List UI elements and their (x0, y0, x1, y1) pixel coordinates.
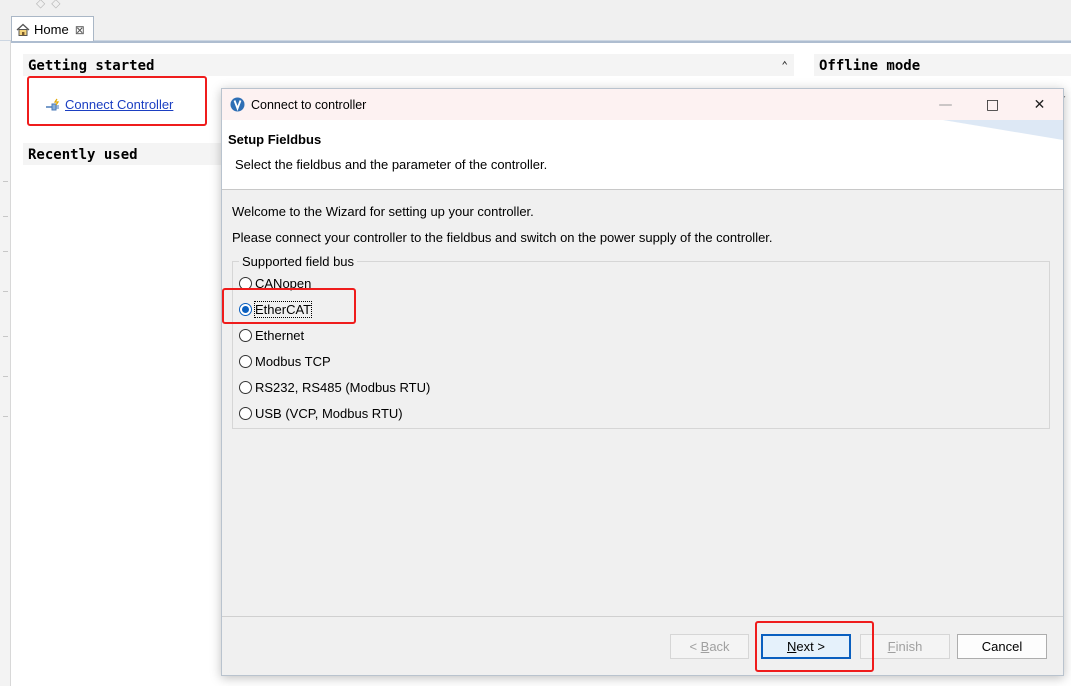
editor-tab-bar (0, 14, 1071, 41)
collapse-icon[interactable]: ⌃ (781, 54, 788, 78)
next-button[interactable]: Next > (761, 634, 851, 659)
connect-controller-dialog: Connect to controller — □ ✕ Setup Fieldb… (221, 88, 1064, 676)
minimize-icon[interactable]: — (922, 89, 969, 120)
tab-close-icon[interactable]: ⊠ (75, 23, 85, 37)
fieldbus-group: Supported field bus CANopen EtherCAT Eth… (232, 254, 1050, 429)
connect-controller-label: Connect Controller (65, 97, 174, 112)
toolbar-strip: ◇◇ (0, 0, 1071, 14)
maximize-icon[interactable]: □ (969, 89, 1016, 120)
dialog-titlebar[interactable]: Connect to controller — □ ✕ (222, 89, 1063, 120)
radio-canopen[interactable]: CANopen (239, 276, 311, 291)
radio-rs232-rs485[interactable]: RS232, RS485 (Modbus RTU) (239, 380, 430, 395)
radio-ethercat[interactable]: EtherCAT (239, 301, 313, 318)
radio-button-checked[interactable] (239, 303, 252, 316)
header-decoration (943, 120, 1063, 140)
radio-label: Ethernet (255, 328, 305, 343)
fieldbus-group-legend: Supported field bus (239, 254, 358, 269)
dialog-title: Connect to controller (251, 97, 367, 112)
offline-mode-header: Offline mode (814, 54, 1071, 76)
radio-label: USB (VCP, Modbus RTU) (255, 406, 403, 421)
home-icon (16, 23, 30, 36)
radio-button[interactable] (239, 277, 252, 290)
back-button-rest: ack (709, 639, 730, 654)
tab-home[interactable]: Home ⊠ (11, 16, 94, 42)
finish-button[interactable]: Finish (860, 634, 950, 659)
radio-label: CANopen (255, 276, 312, 291)
close-icon[interactable]: ✕ (1016, 89, 1063, 120)
offline-mode-title: Offline mode (819, 58, 921, 74)
getting-started-header: Getting started ⌃ (23, 54, 794, 76)
recently-used-title: Recently used (28, 147, 138, 163)
back-button-prefix: < (689, 639, 701, 654)
back-button-mnemonic: B (700, 639, 710, 654)
finish-button-mnemonic: F (887, 639, 896, 654)
radio-label: EtherCAT (253, 301, 313, 318)
radio-button[interactable] (239, 355, 252, 368)
radio-label: RS232, RS485 (Modbus RTU) (255, 380, 431, 395)
footer-separator (222, 616, 1063, 617)
radio-button[interactable] (239, 329, 252, 342)
next-button-rest: ext > (796, 639, 825, 654)
wizard-page-title: Setup Fieldbus (228, 132, 322, 147)
app-logo-icon (230, 97, 245, 112)
getting-started-title: Getting started (28, 58, 155, 74)
recently-used-header: Recently used (23, 143, 223, 165)
radio-usb[interactable]: USB (VCP, Modbus RTU) (239, 406, 403, 421)
next-button-mnemonic: N (787, 639, 797, 654)
radio-label: Modbus TCP (255, 354, 331, 369)
nav-arrows-icon[interactable]: ◇◇ (36, 0, 66, 10)
radio-modbus-tcp[interactable]: Modbus TCP (239, 354, 331, 369)
connect-controller-link[interactable]: Connect Controller (45, 97, 173, 112)
radio-ethernet[interactable]: Ethernet (239, 328, 304, 343)
tab-home-label: Home (34, 22, 69, 37)
left-rail (0, 41, 11, 686)
wizard-page-description: Select the fieldbus and the parameter of… (235, 157, 548, 172)
wizard-header: Setup Fieldbus Select the fieldbus and t… (222, 120, 1063, 190)
instruction-text: Please connect your controller to the fi… (232, 230, 773, 245)
plug-icon (46, 98, 60, 110)
finish-button-rest: inish (895, 639, 923, 654)
cancel-button[interactable]: Cancel (957, 634, 1047, 659)
welcome-text: Welcome to the Wizard for setting up you… (232, 204, 534, 219)
window-controls: — □ ✕ (922, 89, 1063, 120)
back-button[interactable]: < Back (670, 634, 749, 659)
radio-button[interactable] (239, 407, 252, 420)
radio-button[interactable] (239, 381, 252, 394)
